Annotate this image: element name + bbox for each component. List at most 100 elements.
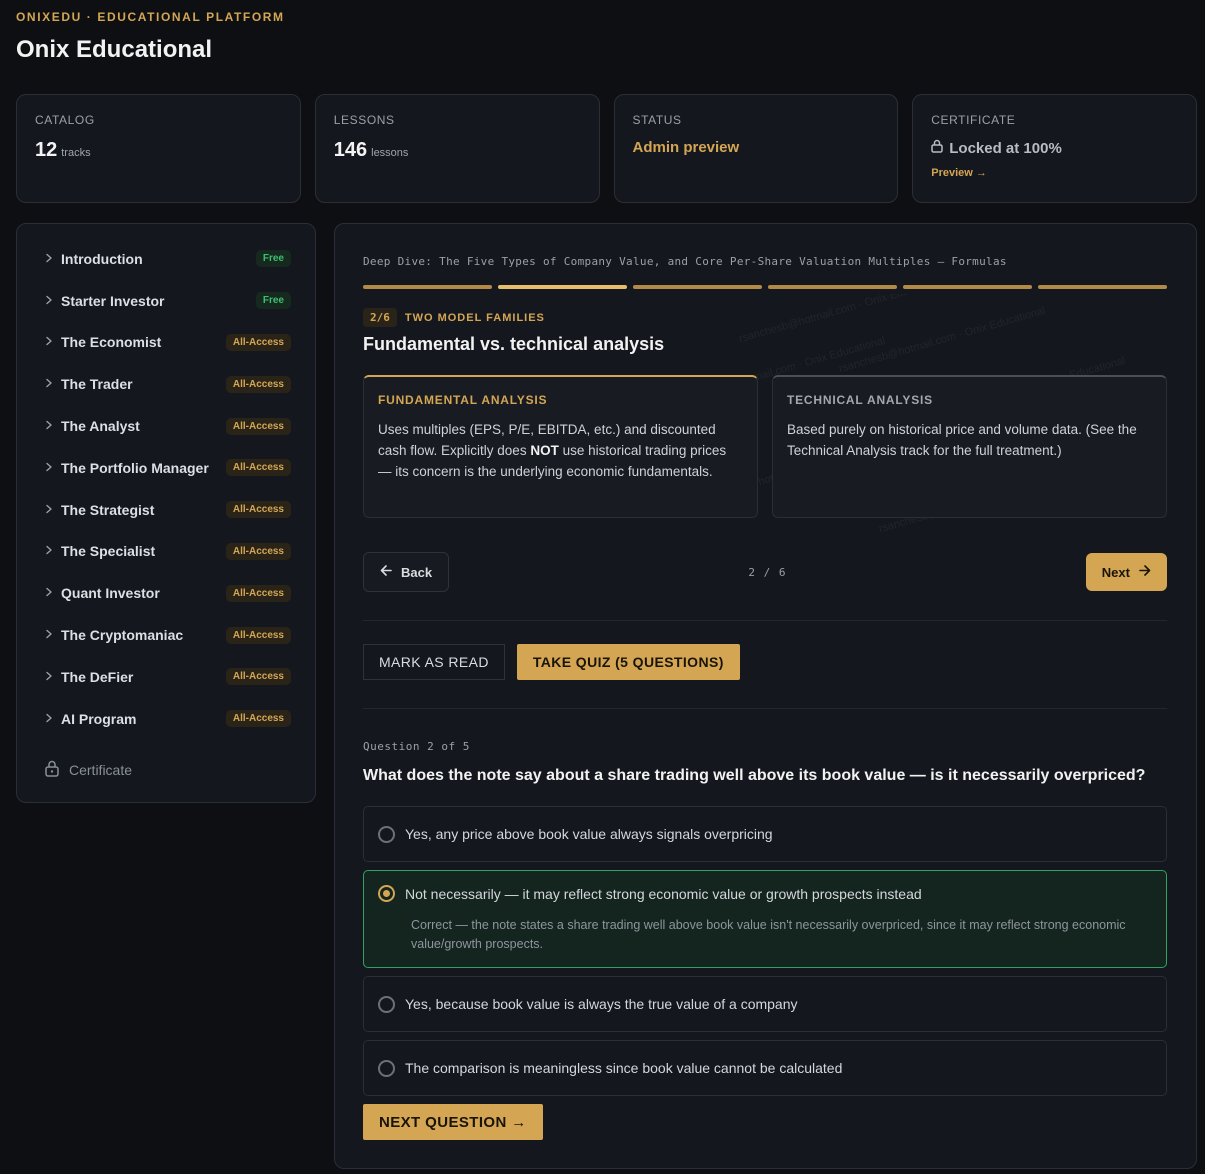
certificate-preview-link[interactable]: Preview → [931, 167, 1178, 179]
radio-button[interactable] [378, 1059, 395, 1077]
chevron-right-icon [41, 252, 61, 266]
catalog-unit: tracks [61, 147, 91, 159]
back-label: Back [401, 564, 433, 580]
chevron-right-icon [41, 712, 61, 726]
step-kicker: TWO MODEL FAMILIES [404, 311, 545, 324]
certificate-status: Locked at 100% [931, 139, 1178, 157]
sidebar-item-the-cryptomaniac[interactable]: The Cryptomaniac All-Access [41, 614, 291, 656]
next-question-button[interactable]: NEXT QUESTION → [363, 1104, 543, 1140]
option-row: Yes, any price above book value always s… [378, 825, 1152, 843]
sidebar-item-label: Starter Investor [61, 292, 165, 309]
track-sidebar: Introduction Free Starter Investor Free The … [16, 223, 316, 803]
sidebar-item-label: The Cryptomaniac [61, 627, 184, 644]
chevron-right-icon [41, 461, 61, 475]
slide-title: Fundamental vs. technical analysis [363, 334, 665, 354]
comparison-cards: FUNDAMENTAL ANALYSIS Uses multiples (EPS… [363, 375, 1167, 518]
chevron-right-icon [41, 335, 61, 349]
chevron-right-icon [41, 377, 61, 391]
progress-segment[interactable] [903, 285, 1032, 289]
chevron-right-icon [41, 586, 61, 600]
question-text: What does the note say about a share tra… [363, 767, 1146, 784]
arrow-left-icon [380, 564, 393, 580]
sidebar-item-the-analyst[interactable]: The Analyst All-Access [41, 405, 291, 447]
sidebar-item-the-defier[interactable]: The DeFier All-Access [41, 656, 291, 698]
sidebar-item-ai-program[interactable]: AI Program All-Access [41, 698, 291, 740]
radio-button[interactable] [378, 885, 395, 902]
option-row: Not necessarily — it may reflect strong … [378, 885, 1152, 902]
next-label: Next [1101, 564, 1130, 580]
access-badge: All-Access [225, 501, 291, 519]
mark-as-read-button[interactable]: MARK AS READ [363, 644, 505, 680]
chevron-right-icon [41, 419, 61, 433]
access-badge: All-Access [225, 584, 291, 602]
sidebar-item-label: The DeFier [61, 668, 134, 685]
take-quiz-button[interactable]: TAKE QUIZ (5 QUESTIONS) [516, 644, 740, 680]
answer-option[interactable]: The comparison is meaningless since book… [363, 1040, 1167, 1096]
access-badge: All-Access [225, 626, 291, 644]
access-badge: All-Access [225, 710, 291, 728]
access-badge: All-Access [225, 459, 291, 477]
stat-card-lessons: LESSONS 146 lessons [314, 94, 600, 203]
progress-segment[interactable] [768, 285, 897, 289]
chevron-right-icon [41, 670, 61, 684]
page-title: Onix Educational [16, 36, 213, 63]
option-label: Yes, because book value is always the tr… [405, 996, 798, 1012]
card-body: Uses multiples (EPS, P/E, EBITDA, etc.) … [378, 419, 743, 482]
certificate-label: Certificate [69, 761, 133, 778]
answer-option[interactable]: Yes, because book value is always the tr… [363, 976, 1167, 1032]
lesson-title: Deep Dive: The Five Types of Company Val… [363, 255, 1007, 268]
arrow-right-icon [1138, 564, 1151, 580]
sidebar-item-label: The Specialist [61, 543, 156, 560]
step-chip: 2/6 [363, 308, 397, 327]
access-badge: All-Access [225, 333, 291, 351]
radio-button[interactable] [378, 825, 395, 843]
track-list: Introduction Free Starter Investor Free The … [41, 238, 291, 740]
progress-segment[interactable] [363, 285, 492, 289]
answer-feedback: Correct — the note states a share tradin… [411, 918, 1126, 951]
answer-options: Yes, any price above book value always s… [363, 806, 1167, 1096]
certificate-value: Locked at 100% [949, 139, 1062, 157]
option-label: Yes, any price above book value always s… [405, 826, 773, 842]
sidebar-item-the-strategist[interactable]: The Strategist All-Access [41, 489, 291, 531]
sidebar-item-starter-investor[interactable]: Starter Investor Free [41, 280, 291, 322]
sidebar-item-the-specialist[interactable]: The Specialist All-Access [41, 531, 291, 573]
sidebar-item-certificate[interactable]: Certificate [41, 750, 291, 790]
card-kicker: FUNDAMENTAL ANALYSIS [378, 393, 548, 407]
sidebar-item-the-trader[interactable]: The Trader All-Access [41, 363, 291, 405]
sidebar-item-label: AI Program [61, 710, 137, 727]
chevron-right-icon [41, 544, 61, 558]
answer-option[interactable]: Not necessarily — it may reflect strong … [363, 870, 1167, 968]
stat-label: STATUS [632, 113, 682, 127]
sidebar-item-label: Quant Investor [61, 585, 160, 602]
radio-button[interactable] [378, 995, 395, 1013]
sidebar-item-quant-investor[interactable]: Quant Investor All-Access [41, 572, 291, 614]
access-badge: All-Access [225, 375, 291, 393]
sidebar-item-introduction[interactable]: Introduction Free [41, 238, 291, 280]
access-badge: Free [255, 250, 291, 268]
progress-segment[interactable] [633, 285, 762, 289]
next-button[interactable]: Next [1085, 553, 1167, 591]
chevron-right-icon [41, 628, 61, 642]
sidebar-item-label: The Strategist [61, 501, 155, 518]
answer-option[interactable]: Yes, any price above book value always s… [363, 806, 1167, 862]
sidebar-item-label: The Portfolio Manager [61, 459, 209, 476]
slide-nav: Back 2 / 6 Next [363, 552, 1167, 592]
sidebar-item-the-economist[interactable]: The Economist All-Access [41, 322, 291, 364]
back-button[interactable]: Back [363, 552, 450, 592]
watermark-text: rsanchesb@hotmail.com · Onix Educational [737, 294, 947, 346]
card-fundamental-analysis: FUNDAMENTAL ANALYSIS Uses multiples (EPS… [363, 375, 758, 518]
progress-segment[interactable] [1038, 285, 1167, 289]
sidebar-item-the-portfolio-manager[interactable]: The Portfolio Manager All-Access [41, 447, 291, 489]
stat-value: 146 lessons [334, 139, 581, 162]
chevron-right-icon [41, 503, 61, 517]
sidebar-item-label: Introduction [61, 250, 143, 267]
stat-card-catalog: CATALOG 12 tracks [16, 94, 301, 203]
brand-kicker: ONIXEDU · EDUCATIONAL PLATFORM [16, 10, 285, 24]
progress-segment[interactable] [498, 285, 627, 289]
option-row: The comparison is meaningless since book… [378, 1059, 1152, 1077]
chevron-right-icon [41, 294, 61, 308]
lesson-panel: Deep Dive: The Five Types of Company Val… [334, 223, 1197, 1169]
sidebar-item-label: The Analyst [61, 418, 140, 435]
lessons-count: 146 [333, 139, 368, 161]
lock-icon [931, 139, 943, 157]
